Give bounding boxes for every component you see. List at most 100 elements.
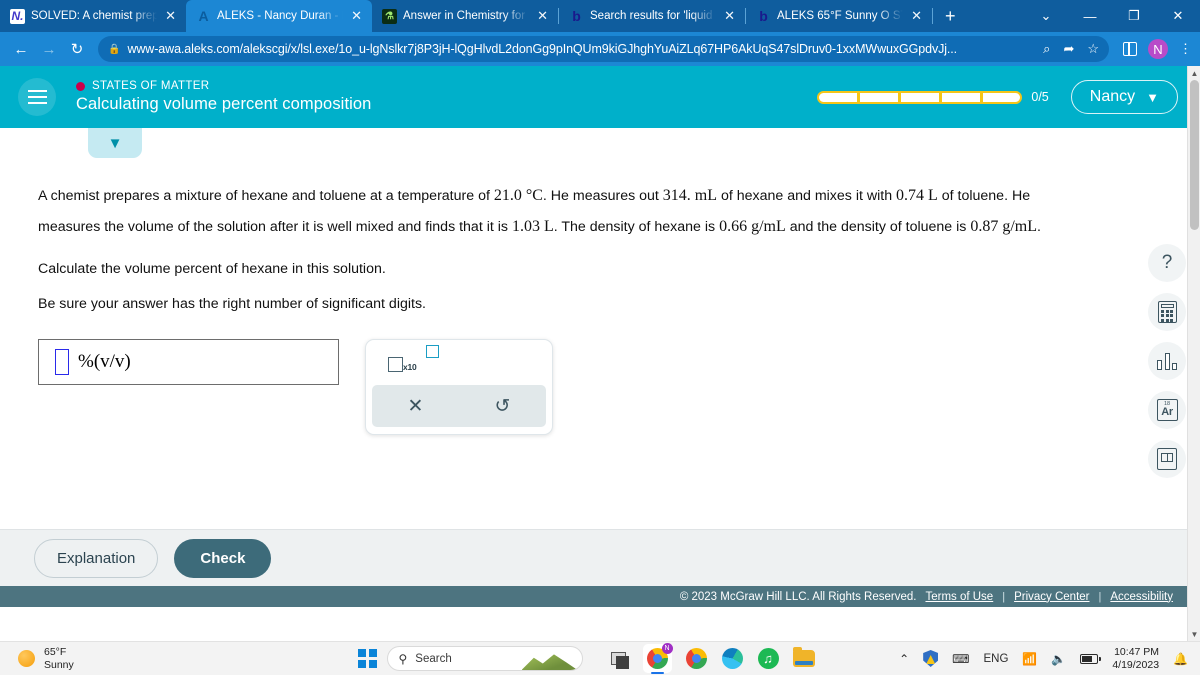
user-menu-button[interactable]: Nancy ▼: [1070, 80, 1178, 114]
bing-icon: b: [572, 8, 581, 24]
text-caret: [55, 349, 69, 376]
profile-badge: N: [661, 643, 673, 654]
windows-logo-icon[interactable]: [358, 649, 377, 668]
bar-chart-icon[interactable]: [1148, 342, 1186, 380]
defender-shield-icon[interactable]: [923, 650, 939, 667]
keyboard-icon[interactable]: ⌨: [952, 652, 969, 666]
bing-icon: b: [759, 8, 768, 24]
sigfig-note: Be sure your answer has the right number…: [38, 296, 426, 313]
answer-row: %(v/v) x10 ✕ ↺: [38, 339, 1154, 436]
user-name: Nancy: [1089, 88, 1136, 105]
favorite-star-icon[interactable]: ☆: [1087, 41, 1099, 57]
address-bar[interactable]: 🔒 www-awa.aleks.com/alekscgi/x/lsl.exe/1…: [98, 36, 1109, 62]
question-paragraph: A chemist prepares a mixture of hexane a…: [38, 180, 1083, 242]
forward-button[interactable]: →: [36, 36, 62, 62]
exponent-box-icon: [425, 344, 439, 358]
tray-overflow-icon[interactable]: ⌃: [899, 652, 909, 666]
address-bar-url: www-awa.aleks.com/alekscgi/x/lsl.exe/1o_…: [127, 42, 958, 56]
math-keypad: x10 ✕ ↺: [365, 339, 553, 436]
scrollbar-thumb[interactable]: [1190, 80, 1199, 230]
windows-taskbar: 65°F Sunny ⚲ Search N ♫ ⌃ ⌨ ENG 📶 🔈 10:4…: [0, 641, 1200, 675]
tab-search-chevron-icon[interactable]: ⌄: [1024, 0, 1068, 32]
new-tab-button[interactable]: +: [933, 6, 968, 27]
browser-menu-icon[interactable]: ⋮: [1179, 41, 1192, 57]
clock-time: 10:47 PM: [1114, 645, 1160, 658]
split-screen-icon[interactable]: [1123, 42, 1137, 56]
browser-tab-2[interactable]: ⚗ Answer in Chemistry for n ✕: [372, 0, 558, 32]
browser-tab-1[interactable]: A ALEKS - Nancy Duran - Le ✕: [186, 0, 372, 32]
calculator-icon[interactable]: [1148, 293, 1186, 331]
profile-avatar[interactable]: N: [1148, 39, 1168, 59]
battery-icon[interactable]: [1080, 653, 1101, 664]
clear-button[interactable]: ✕: [408, 395, 424, 418]
answer-input[interactable]: %(v/v): [38, 339, 339, 386]
browser-tab-3[interactable]: b Search results for 'liquid c ✕: [559, 0, 745, 32]
hexane-volume-value: 314. mL: [662, 187, 718, 204]
terms-of-use-link[interactable]: Terms of Use: [925, 591, 993, 603]
chrome-icon-active[interactable]: N: [642, 643, 673, 674]
reload-button[interactable]: ↻: [64, 36, 90, 62]
question-text-part: . The density of hexane is: [553, 219, 720, 236]
scientific-notation-button[interactable]: x10: [388, 344, 439, 372]
maximize-button[interactable]: ❐: [1112, 0, 1156, 32]
scroll-down-arrow-icon[interactable]: ▼: [1188, 627, 1200, 641]
progress-meter: 0/5: [817, 90, 1049, 104]
privacy-center-link[interactable]: Privacy Center: [1014, 591, 1089, 603]
answer-unit-label: %(v/v): [78, 351, 131, 373]
check-button[interactable]: Check: [174, 539, 272, 578]
tab-close-icon[interactable]: ✕: [349, 8, 364, 24]
x10-label: x10: [403, 361, 417, 372]
chevron-down-icon: ▼: [107, 134, 123, 152]
numerade-icon: N.: [10, 8, 25, 24]
weather-temperature: 65°F: [44, 646, 67, 659]
tab-close-icon[interactable]: ✕: [535, 8, 550, 24]
legal-separator: |: [1098, 590, 1102, 603]
minimize-button[interactable]: —: [1068, 0, 1112, 32]
page-scrollbar[interactable]: ▲ ▼: [1187, 66, 1200, 641]
chemistry-icon: ⚗: [382, 8, 397, 24]
scroll-up-arrow-icon[interactable]: ▲: [1188, 66, 1200, 80]
speaker-icon[interactable]: 🔈: [1051, 652, 1066, 666]
close-window-button[interactable]: ✕: [1156, 0, 1200, 32]
taskbar-app-icons: N ♫: [607, 643, 816, 674]
back-button[interactable]: ←: [8, 36, 34, 62]
chevron-down-icon: ▼: [1146, 89, 1159, 105]
spotify-icon[interactable]: ♫: [757, 647, 780, 670]
wifi-icon[interactable]: 📶: [1022, 652, 1037, 666]
file-explorer-icon[interactable]: [793, 647, 816, 670]
question-prompt: Calculate the volume percent of hexane i…: [38, 261, 386, 278]
undo-button[interactable]: ↺: [495, 395, 511, 418]
reference-book-icon[interactable]: [1148, 440, 1186, 478]
periodic-table-icon[interactable]: 18 Ar: [1148, 391, 1186, 429]
element-symbol: Ar: [1161, 406, 1173, 419]
browser-tab-0[interactable]: N. SOLVED: A chemist prepar ✕: [0, 0, 186, 32]
window-controls: ⌄ — ❐ ✕: [1024, 0, 1200, 32]
temperature-value: 21.0 °C: [493, 187, 543, 204]
share-icon[interactable]: ➦: [1063, 41, 1074, 57]
magnifier-icon: ⚲: [398, 651, 408, 666]
taskbar-search-input[interactable]: ⚲ Search: [386, 646, 583, 671]
zoom-icon[interactable]: ⌕: [1043, 41, 1050, 57]
tab-close-icon[interactable]: ✕: [163, 8, 178, 24]
collapse-panel-toggle[interactable]: ▼: [88, 128, 142, 158]
weather-widget[interactable]: 65°F Sunny: [0, 646, 74, 671]
help-question-icon[interactable]: ?: [1148, 244, 1186, 282]
menu-hamburger-icon[interactable]: [18, 78, 56, 116]
lock-icon: 🔒: [108, 43, 121, 55]
tab-close-icon[interactable]: ✕: [909, 8, 924, 24]
tab-close-icon[interactable]: ✕: [722, 8, 737, 24]
task-view-icon[interactable]: [607, 647, 630, 670]
notification-bell-icon[interactable]: 🔔: [1173, 652, 1188, 666]
browser-tab-bar: N. SOLVED: A chemist prepar ✕ A ALEKS - …: [0, 0, 1200, 32]
explanation-button[interactable]: Explanation: [34, 539, 159, 578]
chrome-icon[interactable]: [685, 647, 708, 670]
accessibility-link[interactable]: Accessibility: [1110, 591, 1173, 603]
status-dot-icon: [76, 81, 85, 91]
question-text-part: of hexane and mixes it with: [717, 188, 897, 204]
browser-tab-4[interactable]: b ALEKS 65°F Sunny O STAT ✕: [746, 0, 932, 32]
category-row: STATES OF MATTER: [76, 80, 371, 92]
edge-icon[interactable]: [721, 647, 744, 670]
language-indicator[interactable]: ENG: [984, 653, 1009, 665]
clock[interactable]: 10:47 PM 4/19/2023: [1112, 646, 1159, 671]
toluene-density-value: 0.87 g/mL: [970, 218, 1037, 236]
